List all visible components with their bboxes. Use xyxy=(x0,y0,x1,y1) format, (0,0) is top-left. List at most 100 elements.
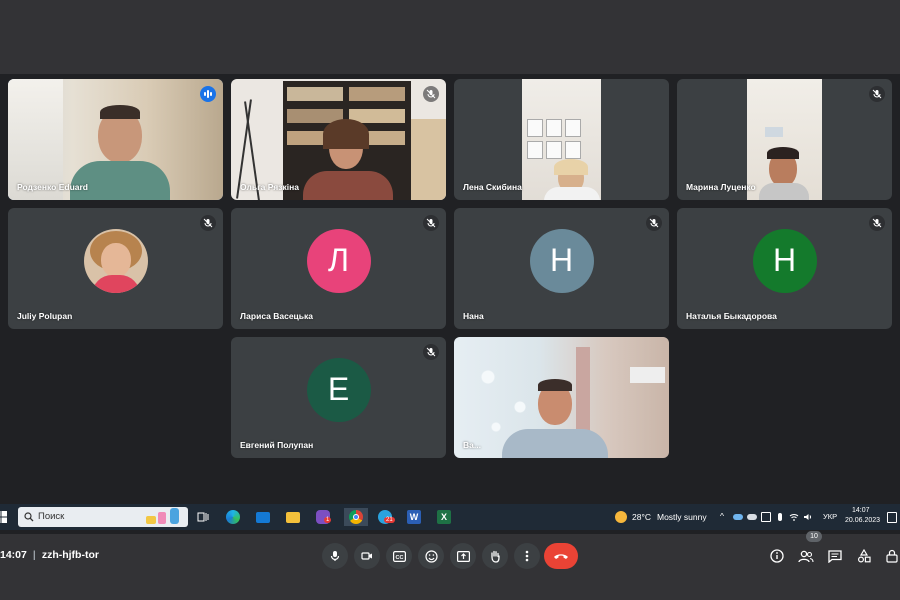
taskbar-app-mail[interactable] xyxy=(254,508,272,526)
participant-name: Родзенко Eduard xyxy=(17,182,88,192)
input-language[interactable]: УКР xyxy=(823,512,837,521)
task-view-button[interactable] xyxy=(194,508,212,526)
end-call-button[interactable] xyxy=(544,543,578,569)
participant-tile[interactable]: Л Лариса Васецька xyxy=(231,208,446,329)
taskbar-app-explorer[interactable] xyxy=(284,508,302,526)
taskbar-clock-time[interactable]: 14:07 xyxy=(852,507,870,514)
host-controls-button[interactable] xyxy=(884,547,900,565)
lock-icon xyxy=(886,549,898,563)
taskbar-app-viber[interactable]: 1 xyxy=(314,508,332,526)
speaking-icon xyxy=(200,86,216,102)
participant-name: Ольга Рязкіна xyxy=(240,182,299,192)
taskbar-app-edge[interactable] xyxy=(224,508,242,526)
notification-badge: 21 xyxy=(384,517,395,523)
weather-widget[interactable] xyxy=(612,508,630,526)
emoji-button[interactable] xyxy=(418,543,444,569)
sun-cloud-icon xyxy=(615,511,627,523)
participant-tile[interactable]: Родзенко Eduard xyxy=(8,79,223,200)
onedrive-icon[interactable] xyxy=(732,508,744,526)
camera-icon xyxy=(361,552,372,560)
cloud-icon[interactable] xyxy=(746,508,758,526)
participant-tile[interactable]: Juliy Polupan xyxy=(8,208,223,329)
taskbar-clock-date[interactable]: 20.06.2023 xyxy=(845,517,880,524)
raise-hand-icon xyxy=(491,550,500,563)
notification-badge: 1 xyxy=(324,517,332,523)
mic-off-icon xyxy=(423,86,439,102)
mail-icon xyxy=(256,511,270,523)
mic-off-icon xyxy=(423,215,439,231)
participant-name: Ва... xyxy=(463,440,481,450)
mic-off-icon xyxy=(869,215,885,231)
start-button[interactable] xyxy=(0,508,10,526)
edge-icon xyxy=(226,510,240,524)
volume-icon[interactable] xyxy=(802,508,814,526)
notification-center-icon[interactable] xyxy=(886,508,898,526)
chat-button[interactable] xyxy=(826,547,844,565)
search-icon xyxy=(24,512,34,522)
shapes-icon xyxy=(857,549,871,563)
more-options-button[interactable] xyxy=(514,543,540,569)
avatar: Н xyxy=(752,228,817,293)
participant-video xyxy=(747,79,822,200)
word-icon: W xyxy=(407,510,421,524)
emoji-icon xyxy=(424,549,438,563)
excel-icon: X xyxy=(437,510,451,524)
chat-icon xyxy=(828,549,842,563)
participant-name: Juliy Polupan xyxy=(17,311,73,321)
participant-video xyxy=(522,79,601,200)
avatar: Н xyxy=(529,228,594,293)
participant-name: Нана xyxy=(463,311,484,321)
participant-name: Лена Скибина xyxy=(463,182,522,192)
meeting-code: zzh-hjfb-tor xyxy=(41,549,99,561)
folder-icon xyxy=(286,511,300,523)
mic-off-icon xyxy=(646,215,662,231)
meeting-details-button[interactable] xyxy=(768,547,786,565)
end-call-icon xyxy=(554,554,568,559)
wifi-icon[interactable] xyxy=(788,508,800,526)
people-count-badge: 10 xyxy=(806,531,822,542)
mic-icon xyxy=(330,551,340,561)
tray-mic-icon[interactable] xyxy=(774,508,786,526)
more-vert-icon xyxy=(525,550,529,562)
mic-button[interactable] xyxy=(322,543,348,569)
taskbar-search-box[interactable]: Поиск xyxy=(18,507,188,527)
participant-name: Лариса Васецька xyxy=(240,311,313,321)
info-icon xyxy=(770,549,784,563)
svg-text:CC: CC xyxy=(395,554,403,560)
captions-button[interactable]: CC xyxy=(386,543,412,569)
participant-tile[interactable]: Лена Скибина xyxy=(454,79,669,200)
participant-video xyxy=(454,337,669,458)
camera-button[interactable] xyxy=(354,543,380,569)
mic-off-icon xyxy=(200,215,216,231)
present-button[interactable] xyxy=(450,543,476,569)
windows-logo-icon xyxy=(0,511,7,523)
task-view-icon xyxy=(197,512,209,522)
avatar: Л xyxy=(306,228,371,293)
device-icon[interactable] xyxy=(760,508,772,526)
participant-tile[interactable]: Ольга Рязкіна xyxy=(231,79,446,200)
participant-tile[interactable]: Марина Луценко xyxy=(677,79,892,200)
raise-hand-button[interactable] xyxy=(482,543,508,569)
participant-tile[interactable]: Ва... xyxy=(454,337,669,458)
search-highlight-illustration-icon xyxy=(144,508,184,526)
taskbar-app-excel[interactable]: X xyxy=(435,508,453,526)
show-hidden-icons-chevron-icon[interactable]: ^ xyxy=(720,511,724,521)
weather-description: Mostly sunny xyxy=(657,512,707,522)
present-icon xyxy=(456,550,470,562)
activities-button[interactable] xyxy=(855,547,873,565)
meeting-stage: Родзенко Eduard Ольга Рязкіна Лена Скиби… xyxy=(0,74,900,569)
participant-name: Марина Луценко xyxy=(686,182,756,192)
mic-off-icon xyxy=(423,344,439,360)
taskbar-app-telegram[interactable]: 21 xyxy=(376,508,395,526)
avatar xyxy=(83,228,148,293)
participant-tile[interactable]: Н Нана xyxy=(454,208,669,329)
taskbar-app-chrome[interactable] xyxy=(344,508,368,526)
captions-icon: CC xyxy=(392,550,406,562)
participant-tile[interactable]: Н Наталья Быкадорова xyxy=(677,208,892,329)
taskbar-app-word[interactable]: W xyxy=(405,508,423,526)
people-button[interactable] xyxy=(797,547,815,565)
avatar: Е xyxy=(306,357,371,422)
participant-tile[interactable]: Е Евгений Полупан xyxy=(231,337,446,458)
participant-name: Евгений Полупан xyxy=(240,440,314,450)
weather-temperature: 28°C xyxy=(632,512,651,522)
